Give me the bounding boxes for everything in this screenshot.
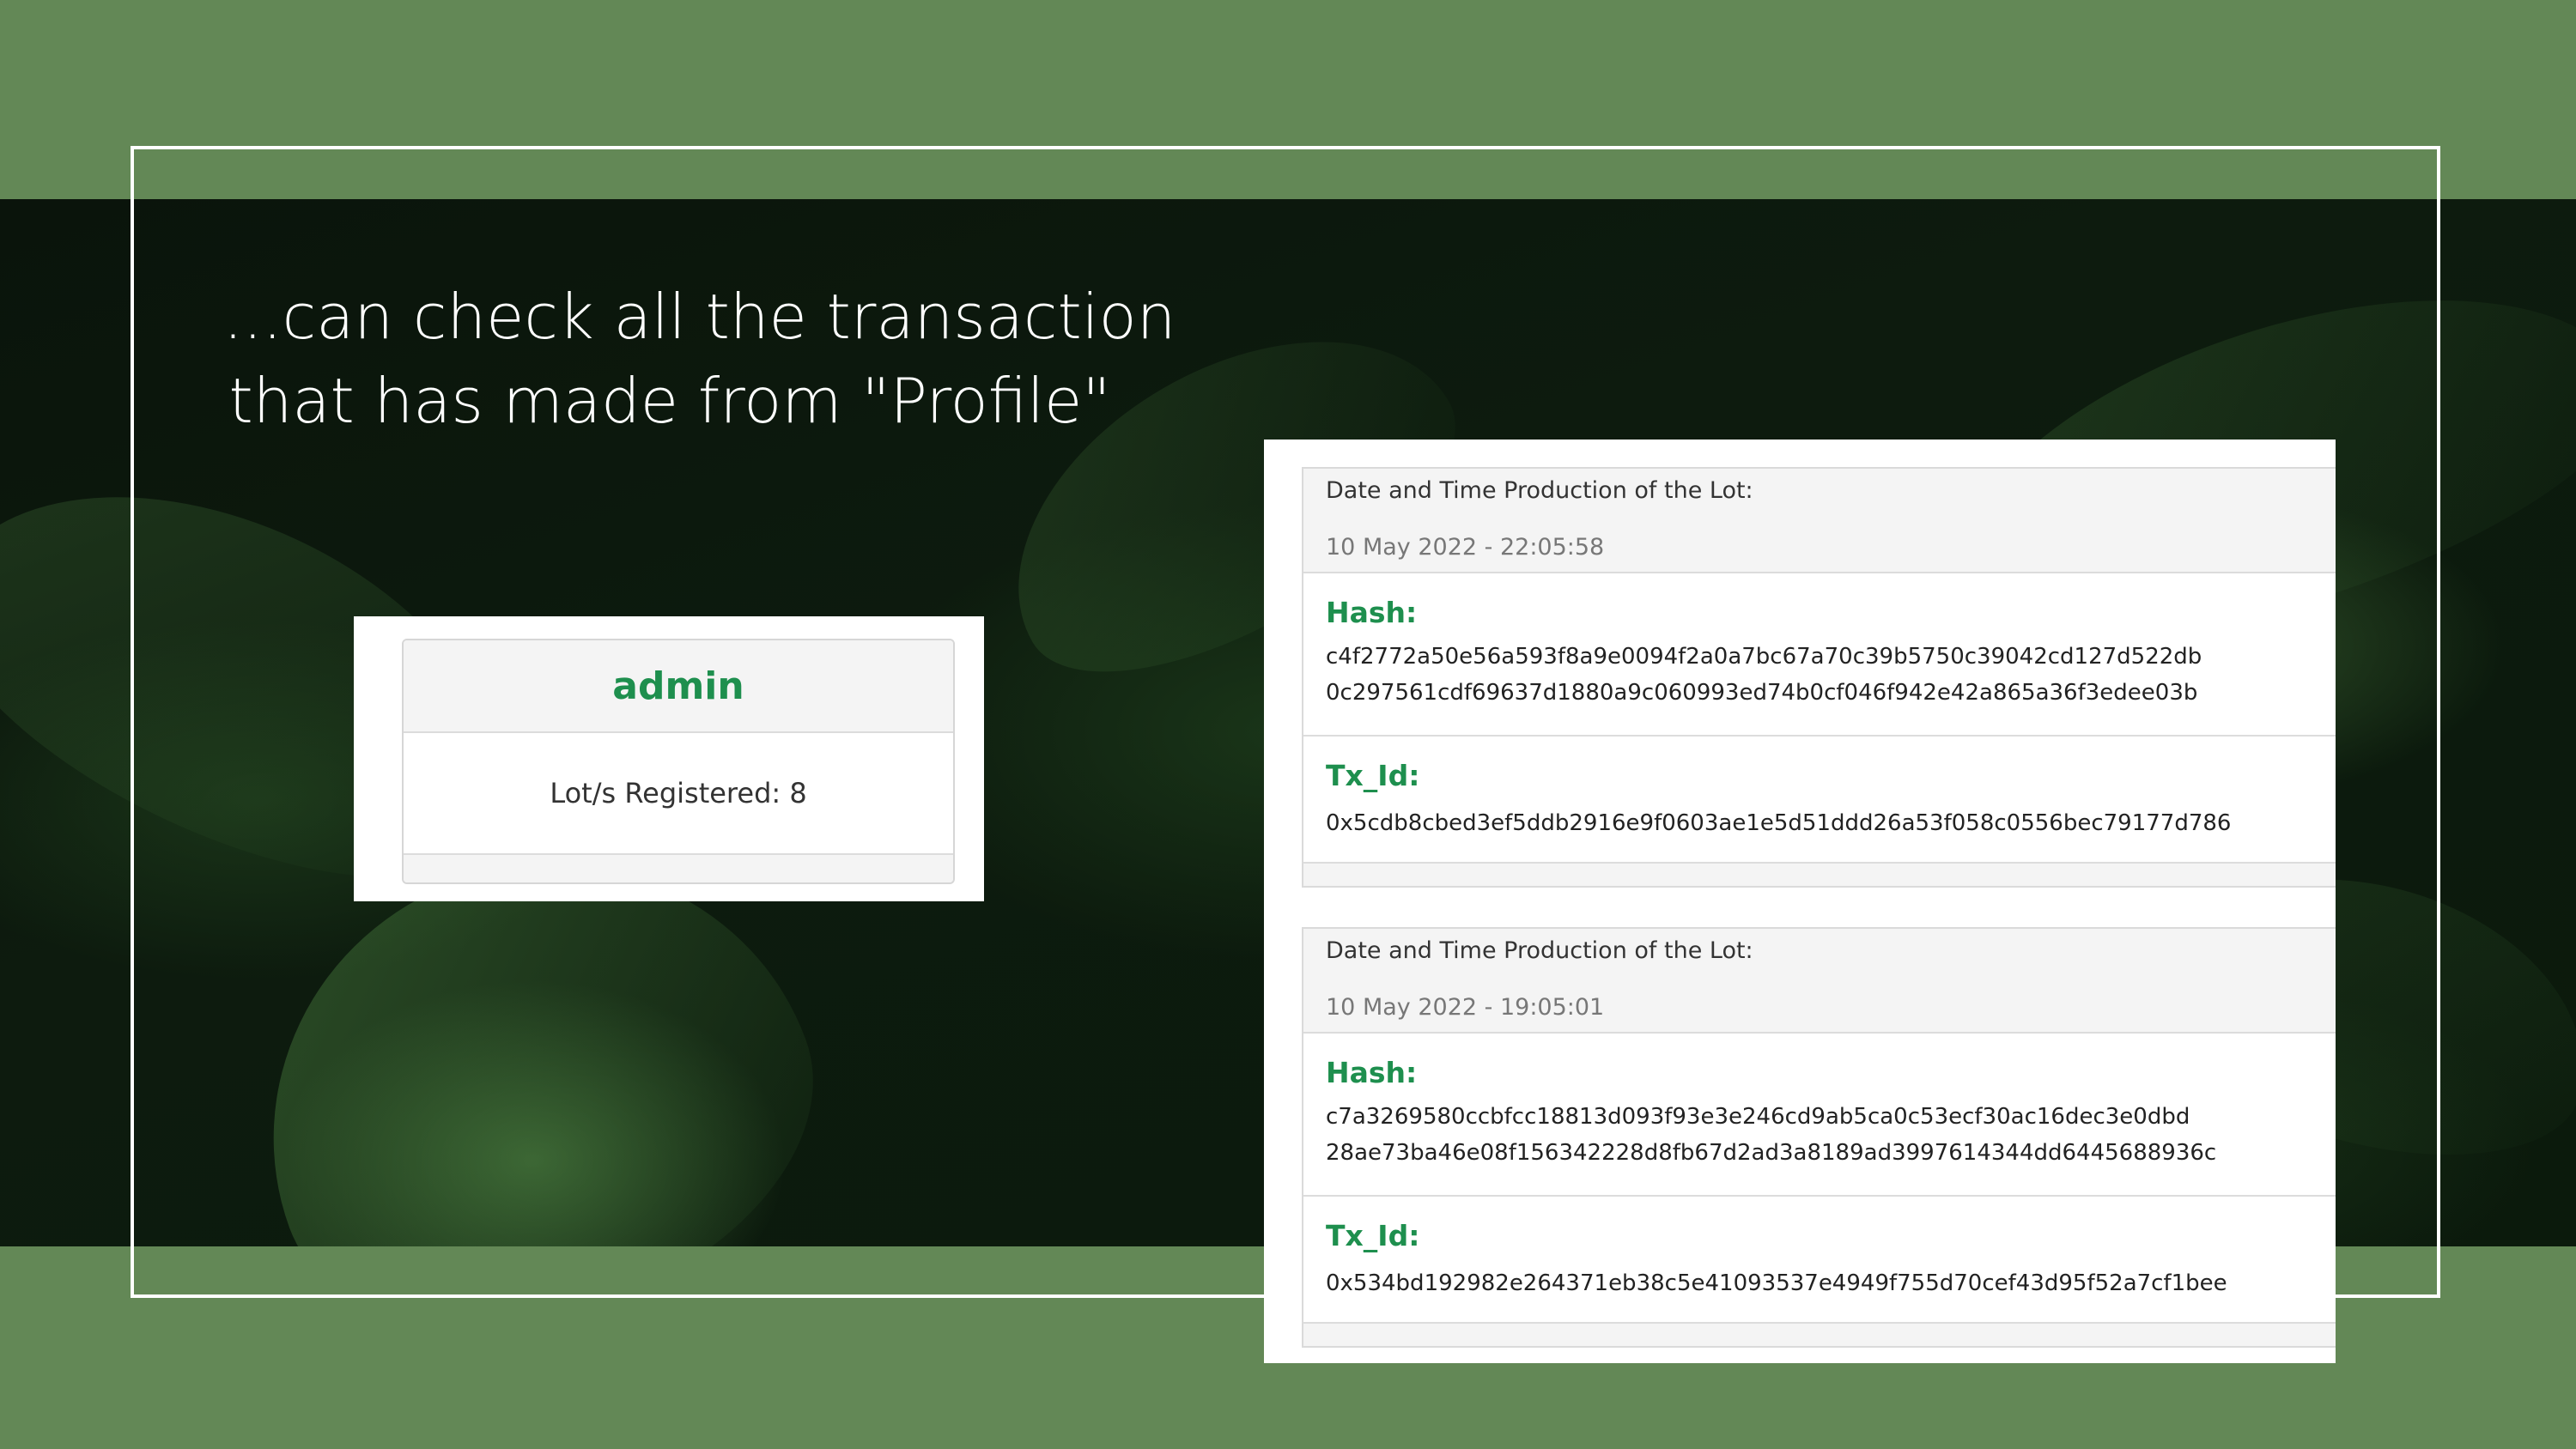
profile-card: admin Lot/s Registered: 8 [354,616,984,901]
headline-line-1: ...can check all the transaction [223,281,1176,353]
hash-label: Hash: [1326,1056,1418,1089]
transaction-header: Date and Time Production of the Lot: 10 … [1303,929,2336,1034]
txid-section: Tx_Id: 0x534bd192982e264371eb38c5e410935… [1303,1197,2336,1324]
profile-username: admin [404,640,953,733]
txid-label: Tx_Id: [1326,1219,1420,1252]
hash-value-line-1: c4f2772a50e56a593f8a9e0094f2a0a7bc67a70c… [1326,644,2202,670]
hash-value-line-1: c7a3269580ccbfcc18813d093f93e3e246cd9ab5… [1326,1104,2190,1130]
hash-section: Hash: c4f2772a50e56a593f8a9e0094f2a0a7bc… [1303,573,2336,737]
transactions-panel: Date and Time Production of the Lot: 10 … [1264,440,2336,1363]
date-label: Date and Time Production of the Lot: [1326,937,1753,964]
date-value: 10 May 2022 - 19:05:01 [1326,994,1605,1021]
headline: ...can check all the transaction that ha… [223,275,1176,443]
txid-value: 0x5cdb8cbed3ef5ddb2916e9f0603ae1e5d51ddd… [1326,810,2232,836]
hash-value-line-2: 0c297561cdf69637d1880a9c060993ed74b0cf04… [1326,680,2198,706]
lots-registered-count: Lot/s Registered: 8 [550,777,807,809]
transaction-card: Date and Time Production of the Lot: 10 … [1302,927,2336,1348]
headline-line-2: that has made from "Profile" [228,365,1111,437]
profile-card-panel: admin Lot/s Registered: 8 [402,639,955,884]
txid-value: 0x534bd192982e264371eb38c5e41093537e4949… [1326,1270,2227,1296]
transaction-header: Date and Time Production of the Lot: 10 … [1303,469,2336,573]
date-value: 10 May 2022 - 22:05:58 [1326,534,1605,561]
hash-section: Hash: c7a3269580ccbfcc18813d093f93e3e246… [1303,1034,2336,1197]
transaction-card: Date and Time Production of the Lot: 10 … [1302,467,2336,888]
transaction-footer [1303,1324,2336,1346]
profile-card-footer [404,853,953,882]
date-label: Date and Time Production of the Lot: [1326,477,1753,504]
txid-section: Tx_Id: 0x5cdb8cbed3ef5ddb2916e9f0603ae1e… [1303,737,2336,864]
hash-value-line-2: 28ae73ba46e08f156342228d8fb67d2ad3a8189a… [1326,1140,2217,1166]
txid-label: Tx_Id: [1326,759,1420,792]
hash-label: Hash: [1326,596,1418,629]
transaction-footer [1303,864,2336,886]
